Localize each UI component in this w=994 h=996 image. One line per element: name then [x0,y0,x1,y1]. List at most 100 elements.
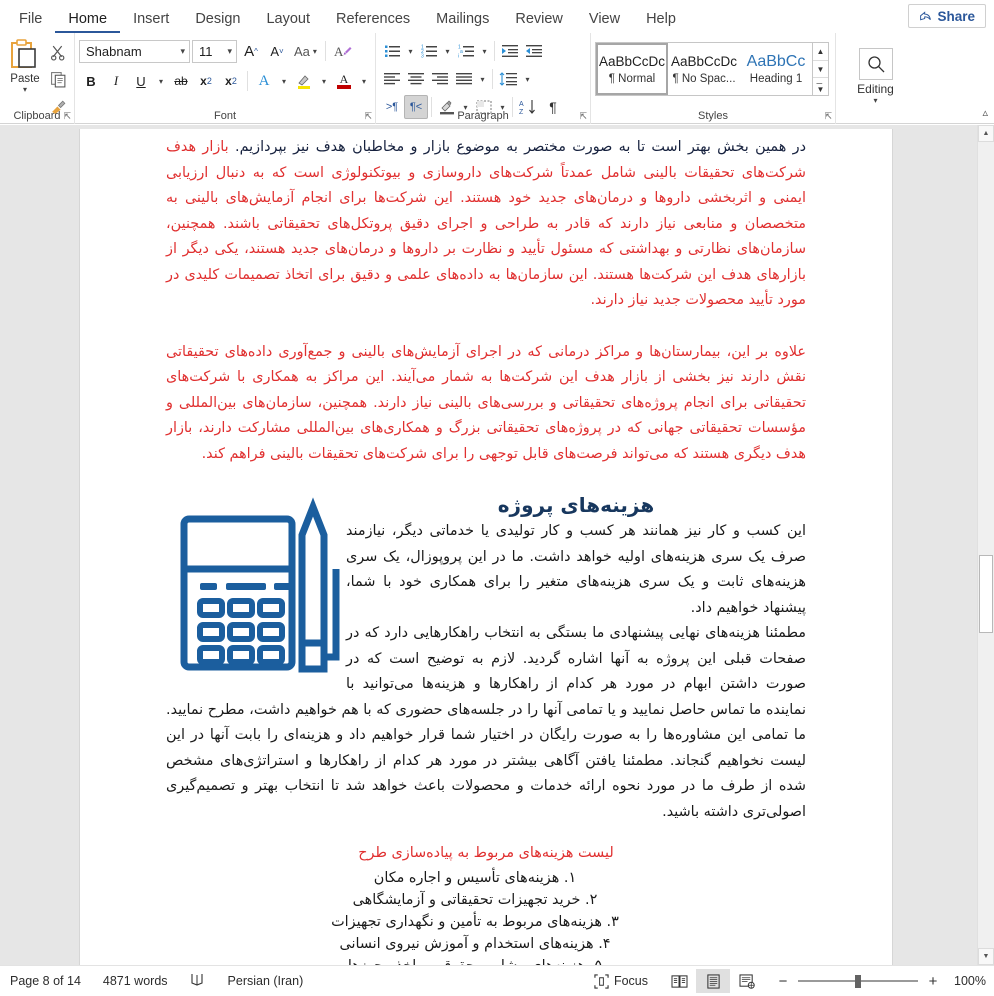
cost-list[interactable]: ۱. هزینه‌های تأسیس و اجاره مکان ۲. خرید … [166,867,806,966]
numbering-button[interactable]: 1 2 3 [417,39,441,63]
tab-design[interactable]: Design [182,7,253,34]
bullets-dropdown[interactable]: ▾ [404,39,417,63]
tab-insert[interactable]: Insert [120,7,182,34]
focus-mode-button[interactable]: Focus [594,973,648,989]
style-normal[interactable]: AaBbCcDc ¶ Normal [596,43,668,95]
tab-mailings[interactable]: Mailings [423,7,502,34]
ribbon-group-editing: Editing ▾ [835,33,915,124]
align-right-button[interactable] [428,67,452,91]
styles-dialog-launcher[interactable]: ⇱ [824,111,832,122]
language-status[interactable]: Persian (Iran) [228,974,304,988]
font-color-button[interactable]: A [332,69,356,93]
zoom-out-button[interactable]: − [776,973,790,990]
paragraph-2[interactable]: علاوه بر این، بیمارستان‌ها و مراکز درمان… [166,340,806,468]
styles-more[interactable]: ─ ▼ [813,78,828,95]
bold-button[interactable]: B [79,69,103,93]
paragraph-dialog-launcher[interactable]: ⇱ [579,111,587,122]
style-heading-1[interactable]: AaBbCc Heading 1 [740,43,812,95]
editing-button[interactable]: Editing ▾ [845,46,907,105]
line-spacing-button[interactable] [496,67,521,91]
scroll-down-button[interactable]: ▼ [978,948,994,965]
read-mode-icon [670,974,688,988]
tab-layout[interactable]: Layout [253,7,323,34]
highlight-dropdown[interactable]: ▾ [317,69,331,93]
scrollbar-thumb[interactable] [979,555,993,633]
list-item[interactable]: ۲. خرید تجهیزات تحقیقاتی و آزمایشگاهی [166,889,784,911]
print-layout-button[interactable] [696,969,730,993]
align-left-icon [383,73,400,85]
justify-button[interactable] [452,67,476,91]
share-button[interactable]: Share [908,4,986,28]
zoom-slider[interactable] [798,974,918,988]
font-color-dropdown[interactable]: ▾ [357,69,371,93]
styles-group-label: Styles [698,110,728,122]
zoom-slider-thumb[interactable] [855,975,861,988]
zoom-in-button[interactable]: + [926,973,940,990]
cut-button[interactable] [46,40,70,64]
multilevel-list-button[interactable]: 1 a i [454,39,478,63]
shrink-font-button[interactable]: A ˅ [265,39,289,63]
tab-review[interactable]: Review [502,7,576,34]
decrease-indent-button[interactable] [498,39,522,63]
web-layout-button[interactable] [730,969,764,993]
proofing-status-button[interactable] [190,972,206,991]
align-center-icon [407,73,424,85]
clear-formatting-button[interactable]: A [331,39,355,63]
bullets-button[interactable] [380,39,404,63]
scroll-up-button[interactable]: ▲ [978,125,994,142]
list-item[interactable]: ۴. هزینه‌های استخدام و آموزش نیروی انسان… [166,933,784,955]
bold-label: B [86,73,96,89]
align-center-button[interactable] [404,67,428,91]
paste-dropdown-caret[interactable]: ▾ [23,86,27,94]
tab-view[interactable]: View [576,7,633,34]
paragraph-divider-2 [492,69,493,89]
justify-dropdown[interactable]: ▾ [476,67,489,91]
underline-label: U [136,73,146,89]
font-dialog-launcher[interactable]: ⇱ [364,111,372,122]
underline-button[interactable]: U [129,69,153,93]
copy-button[interactable] [46,67,70,91]
zoom-control[interactable]: − + 100% [776,973,986,990]
style-no-spacing[interactable]: AaBbCcDc ¶ No Spac... [668,43,740,95]
change-case-button[interactable]: Aa ▾ [291,39,320,63]
list-item[interactable]: ۱. هزینه‌های تأسیس و اجاره مکان [166,867,784,889]
line-spacing-dropdown[interactable]: ▾ [521,67,534,91]
superscript-button[interactable]: x2 [219,69,243,93]
numbering-dropdown[interactable]: ▾ [441,39,454,63]
increase-indent-button[interactable] [522,39,546,63]
font-name-combo[interactable]: Shabnam ▾ [79,39,190,63]
tab-help[interactable]: Help [633,7,689,34]
tab-references[interactable]: References [323,7,423,34]
collapse-ribbon-button[interactable]: ▵ [982,106,988,119]
list-item[interactable]: ۳. هزینه‌های مربوط به تأمین و نگهداری تج… [166,911,784,933]
paste-button[interactable]: Paste ▾ [4,38,46,94]
styles-scroll-up[interactable]: ▲ [813,43,828,61]
clipboard-dialog-launcher[interactable]: ⇱ [63,111,71,122]
zoom-level-label[interactable]: 100% [948,974,986,988]
paragraph-1[interactable]: در همین بخش بهتر است تا به صورت مختصر به… [166,135,806,314]
scissors-icon [50,45,64,61]
superscript-label: x [225,74,232,88]
page-number-status[interactable]: Page 8 of 14 [10,974,81,988]
vertical-scrollbar[interactable]: ▲ ▼ [977,125,994,965]
text-effects-button[interactable]: A [252,69,276,93]
tab-file[interactable]: File [6,7,55,34]
highlight-button[interactable] [292,69,316,93]
list-item[interactable]: ۵. هزینه‌های مشاوره حقوقی و اخذ مجوزها [166,955,784,966]
cost-list-title[interactable]: لیست هزینه‌های مربوط به پیاده‌سازی طرح [166,841,806,867]
styles-scroll-down[interactable]: ▼ [813,61,828,79]
grow-font-button[interactable]: A ^ [239,39,263,63]
strikethrough-button[interactable]: ab [169,69,193,93]
font-size-combo[interactable]: 11 ▾ [192,39,237,63]
underline-dropdown[interactable]: ▾ [154,69,168,93]
tab-home[interactable]: Home [55,7,121,33]
align-left-button[interactable] [380,67,404,91]
subscript-button[interactable]: x2 [194,69,218,93]
text-effects-dropdown[interactable]: ▾ [277,69,291,93]
read-mode-button[interactable] [662,969,696,993]
editing-dropdown-caret[interactable]: ▾ [873,97,877,105]
document-page[interactable]: در همین بخش بهتر است تا به صورت مختصر به… [79,129,893,965]
word-count-status[interactable]: 4871 words [103,974,168,988]
multilevel-list-dropdown[interactable]: ▾ [478,39,491,63]
italic-button[interactable]: I [104,69,128,93]
